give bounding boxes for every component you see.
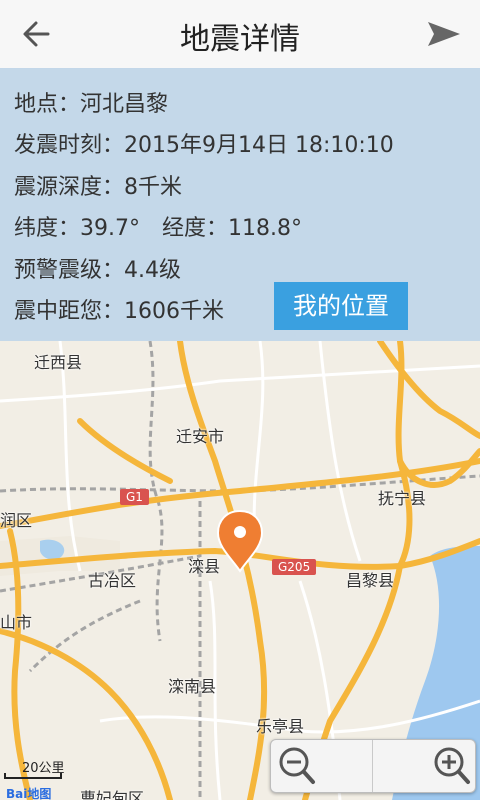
place-label: 滦南县 (168, 677, 217, 696)
place-label: 滦县 (188, 557, 221, 576)
share-button[interactable] (420, 14, 466, 54)
place-label: 润区 (0, 511, 33, 530)
distance-text: 震中距您：1606千米 (14, 299, 224, 324)
road-shield: G1 (120, 489, 149, 505)
earthquake-info-panel: 地点：河北昌黎 发震时刻：2015年9月14日 18:10:10 震源深度：8千… (0, 68, 480, 341)
warning-level-text: 预警震级：4.4级 (14, 258, 181, 283)
map-view[interactable]: 迁西县 迁安市 抚宁县 润区 古冶区 滦县 昌黎县 山市 滦南县 乐亭县 曹妃甸… (0, 341, 480, 800)
place-label: 抚宁县 (378, 489, 427, 508)
scale-bar (4, 773, 62, 779)
place-label: 古冶区 (88, 571, 137, 590)
zoom-in-button[interactable] (373, 740, 474, 792)
zoom-out-button[interactable] (271, 740, 373, 792)
longitude-text: 经度：118.8° (162, 216, 302, 241)
road-shield: G205 (272, 559, 317, 575)
my-location-button[interactable]: 我的位置 (274, 282, 408, 330)
title-bar: 地震详情 (0, 0, 480, 69)
time-text: 发震时刻：2015年9月14日 18:10:10 (14, 133, 394, 158)
location-pin-icon[interactable] (216, 509, 264, 573)
place-label: 乐亭县 (256, 717, 305, 736)
zoom-out-icon (279, 747, 315, 784)
baidu-logo: Bai地图 (6, 787, 52, 800)
coordinates-row: 纬度：39.7° 经度：118.8° (14, 210, 302, 242)
depth-text: 震源深度：8千米 (14, 175, 182, 200)
place-label: 昌黎县 (346, 571, 395, 590)
latitude-text: 纬度：39.7° (14, 216, 140, 241)
zoom-control (270, 739, 476, 793)
place-label: 迁安市 (176, 427, 225, 446)
zoom-in-icon (434, 747, 470, 784)
page-title: 地震详情 (180, 22, 300, 57)
place-label: 曹妃甸区 (80, 789, 145, 800)
send-icon (428, 22, 460, 46)
place-label: 迁西县 (34, 353, 83, 372)
place-label: 山市 (0, 613, 33, 632)
location-text: 地点：河北昌黎 (14, 92, 169, 117)
map-roads (0, 341, 480, 800)
